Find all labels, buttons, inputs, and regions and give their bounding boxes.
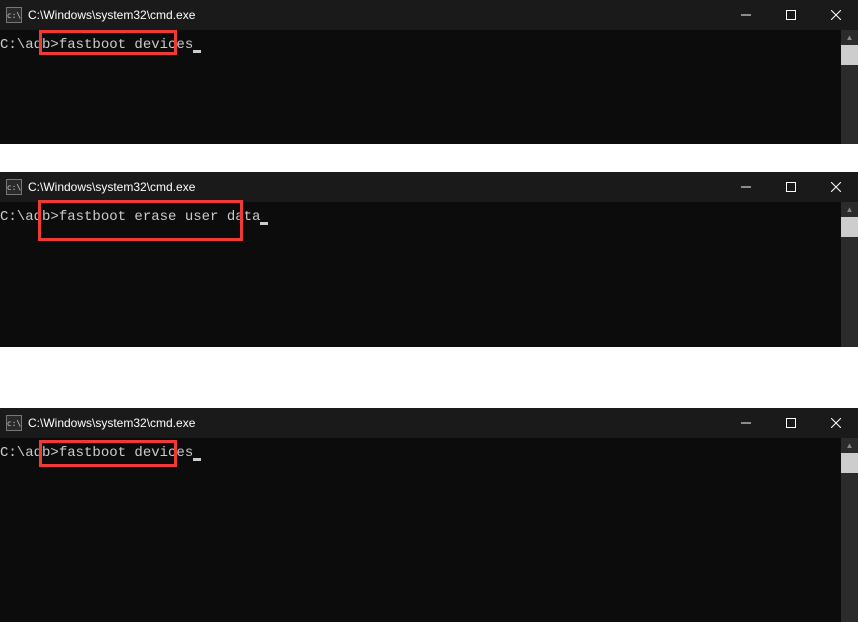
scroll-up-icon[interactable]: ▲ <box>841 202 858 217</box>
scrollbar[interactable]: ▲ <box>841 438 858 622</box>
scrollbar-thumb[interactable] <box>841 453 858 473</box>
prompt-line: C:\adb>fastboot devices <box>0 444 858 462</box>
cmd-icon: c:\ <box>6 415 22 431</box>
titlebar[interactable]: c:\ C:\Windows\system32\cmd.exe <box>0 172 858 202</box>
window-title: C:\Windows\system32\cmd.exe <box>28 180 195 194</box>
window-title: C:\Windows\system32\cmd.exe <box>28 416 195 430</box>
command-text: fastboot devices <box>59 37 193 53</box>
prompt: C:\adb> <box>0 209 59 225</box>
minimize-button[interactable] <box>723 408 768 438</box>
cmd-icon: c:\ <box>6 7 22 23</box>
terminal-body[interactable]: C:\adb>fastboot devices <box>0 438 858 622</box>
close-button[interactable] <box>813 172 858 202</box>
scrollbar[interactable]: ▲ <box>841 202 858 347</box>
maximize-button[interactable] <box>768 408 813 438</box>
maximize-button[interactable] <box>768 172 813 202</box>
maximize-button[interactable] <box>768 0 813 30</box>
minimize-button[interactable] <box>723 172 768 202</box>
scroll-up-icon[interactable]: ▲ <box>841 438 858 453</box>
titlebar-left: c:\ C:\Windows\system32\cmd.exe <box>6 7 195 23</box>
close-button[interactable] <box>813 0 858 30</box>
cmd-window-3: c:\ C:\Windows\system32\cmd.exe C:\adb>f… <box>0 408 858 622</box>
cursor <box>193 50 201 53</box>
cmd-icon: c:\ <box>6 179 22 195</box>
cursor <box>260 222 268 225</box>
command-text: fastboot devices <box>59 445 193 461</box>
prompt: C:\adb> <box>0 445 59 461</box>
cmd-window-2: c:\ C:\Windows\system32\cmd.exe C:\adb>f… <box>0 172 858 347</box>
titlebar-left: c:\ C:\Windows\system32\cmd.exe <box>6 415 195 431</box>
prompt-line: C:\adb>fastboot erase user data <box>0 208 858 226</box>
titlebar[interactable]: c:\ C:\Windows\system32\cmd.exe <box>0 408 858 438</box>
scrollbar[interactable]: ▲ <box>841 30 858 144</box>
window-controls <box>723 0 858 30</box>
cmd-window-1: c:\ C:\Windows\system32\cmd.exe C:\adb>f… <box>0 0 858 144</box>
titlebar[interactable]: c:\ C:\Windows\system32\cmd.exe <box>0 0 858 30</box>
minimize-button[interactable] <box>723 0 768 30</box>
window-controls <box>723 172 858 202</box>
terminal-body[interactable]: C:\adb>fastboot erase user data <box>0 202 858 347</box>
terminal-body[interactable]: C:\adb>fastboot devices <box>0 30 858 144</box>
prompt: C:\adb> <box>0 37 59 53</box>
scrollbar-thumb[interactable] <box>841 45 858 65</box>
command-text: fastboot erase user data <box>59 209 261 225</box>
scroll-up-icon[interactable]: ▲ <box>841 30 858 45</box>
prompt-line: C:\adb>fastboot devices <box>0 36 858 54</box>
scrollbar-thumb[interactable] <box>841 217 858 237</box>
cursor <box>193 458 201 461</box>
close-button[interactable] <box>813 408 858 438</box>
window-title: C:\Windows\system32\cmd.exe <box>28 8 195 22</box>
titlebar-left: c:\ C:\Windows\system32\cmd.exe <box>6 179 195 195</box>
window-controls <box>723 408 858 438</box>
